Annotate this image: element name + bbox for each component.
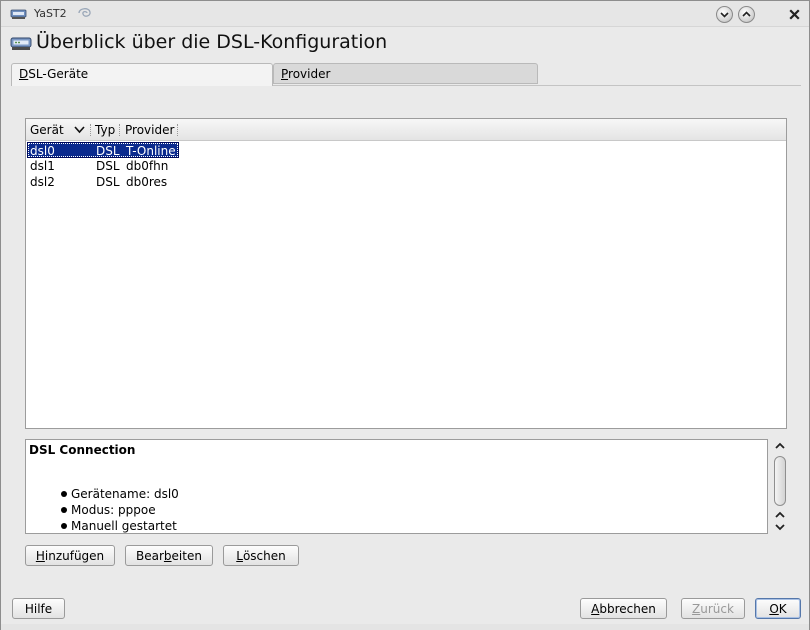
ok-mnemonic: O [769, 601, 779, 616]
edit-label-start: Bear [136, 548, 164, 563]
table-row[interactable]: dsl1 DSL db0fhn [27, 158, 179, 174]
add-button[interactable]: Hinzufügen [25, 545, 115, 566]
cell-type: DSL [96, 144, 120, 158]
details-item-text: Manuell gestartet [71, 519, 177, 533]
back-label: urück [700, 601, 734, 616]
help-button[interactable]: Hilfe [12, 598, 65, 619]
cancel-mnemonic: A [591, 601, 600, 616]
details-item: Gerätename: dsl0 [61, 487, 179, 501]
add-mnemonic: H [35, 548, 45, 563]
cell-provider: T-Online [126, 144, 176, 158]
cell-provider: db0res [126, 175, 168, 189]
back-button[interactable]: Zurück [681, 598, 745, 619]
edit-label-end: eiten [171, 548, 202, 563]
cell-device: dsl1 [30, 159, 55, 173]
dsl-modem-icon [10, 37, 32, 50]
column-separator[interactable] [90, 124, 91, 136]
window-bottom-edge [1, 624, 809, 630]
column-separator[interactable] [177, 124, 178, 136]
bullet-icon [61, 507, 67, 513]
scroll-up-icon[interactable] [773, 440, 787, 452]
delete-button[interactable]: Löschen [223, 545, 299, 566]
table-row[interactable]: dsl2 DSL db0res [27, 174, 179, 190]
delete-label: öschen [242, 548, 286, 563]
sort-chevron-down-icon[interactable] [74, 125, 85, 134]
details-scrollbar-thumb[interactable] [774, 456, 786, 506]
bullet-icon [61, 523, 67, 529]
minimize-button[interactable] [716, 6, 733, 23]
tab-provider-label: rovider [288, 67, 331, 81]
column-header-provider[interactable]: Provider [125, 123, 174, 137]
ok-button[interactable]: OK [755, 598, 801, 619]
details-item: Manuell gestartet [61, 519, 177, 533]
details-item: Modus: pppoe [61, 503, 156, 517]
cancel-button[interactable]: Abbrechen [580, 598, 667, 619]
cell-type: DSL [96, 159, 120, 173]
add-label: inzufügen [44, 548, 105, 563]
desktop-swirl-icon [78, 8, 91, 17]
cell-provider: db0fhn [126, 159, 169, 173]
yast-app-icon [10, 9, 27, 19]
connection-details[interactable]: DSL Connection Gerätename: dsl0 Modus: p… [25, 439, 768, 534]
edit-button[interactable]: Bear b eiten [125, 545, 213, 566]
tab-provider[interactable]: Provider [273, 63, 538, 84]
delete-mnemonic: L [236, 548, 243, 563]
table-header: Gerät Typ Provider [26, 119, 786, 141]
column-separator[interactable] [119, 124, 120, 136]
bullet-icon [61, 491, 67, 497]
maximize-button[interactable] [738, 6, 755, 23]
page-title: Überblick über die DSL-Konfiguration [36, 31, 388, 53]
device-table[interactable]: Gerät Typ Provider dsl0 DSL T-Online dsl… [25, 118, 787, 429]
cell-device: dsl2 [30, 175, 55, 189]
cancel-label: bbrechen [599, 601, 656, 616]
details-item-text: Gerätename: dsl0 [71, 487, 179, 501]
window-title: YaST2 [34, 7, 67, 20]
column-header-type[interactable]: Typ [95, 123, 115, 137]
tab-dsl-devices[interactable]: DSL-Geräte [11, 63, 273, 86]
chevron-up-icon [742, 11, 751, 17]
table-row[interactable]: dsl0 DSL T-Online [27, 142, 179, 158]
column-header-device[interactable]: Gerät [30, 123, 64, 137]
close-button[interactable] [786, 6, 803, 23]
edit-mnemonic: b [163, 548, 172, 563]
back-mnemonic: Z [692, 601, 701, 616]
scroll-down-icon[interactable] [773, 522, 787, 532]
scroll-up-small-icon[interactable] [773, 510, 787, 520]
tab-dsl-devices-mnemonic: D [19, 67, 29, 81]
chevron-down-icon [720, 12, 729, 18]
details-title: DSL Connection [29, 443, 136, 457]
close-icon [789, 9, 800, 20]
tab-provider-mnemonic: P [281, 67, 289, 81]
ok-label: K [778, 601, 787, 616]
details-item-text: Modus: pppoe [71, 503, 156, 517]
tab-dsl-devices-label: SL-Geräte [28, 67, 89, 81]
cell-device: dsl0 [30, 144, 55, 158]
title-bar[interactable]: YaST2 [1, 1, 809, 27]
yast-window: YaST2 Überblick über die DSL-Konfigurati… [0, 0, 810, 630]
help-label: Hilfe [24, 601, 53, 616]
cell-type: DSL [96, 175, 120, 189]
